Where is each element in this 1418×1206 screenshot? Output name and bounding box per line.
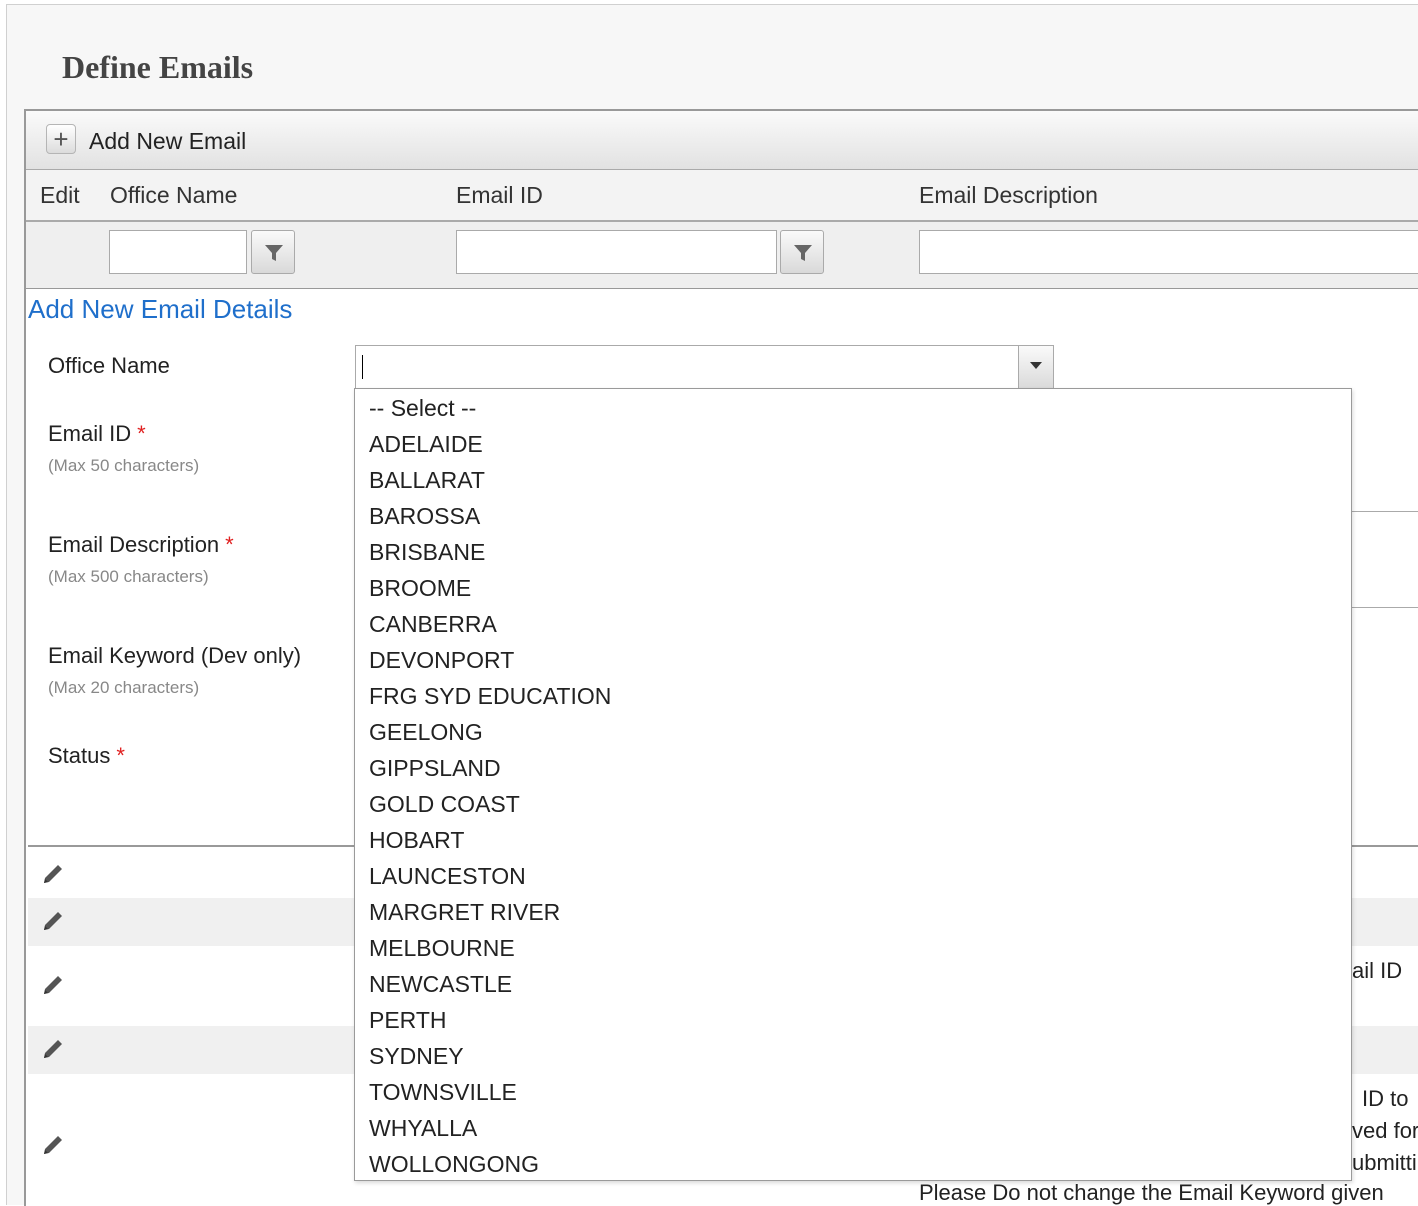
dropdown-option[interactable]: PERTH xyxy=(369,1007,447,1034)
dropdown-option[interactable]: ADELAIDE xyxy=(369,431,483,458)
column-header-email-id[interactable]: Email ID xyxy=(456,182,543,209)
grid-header: Edit Office Name Email ID Email Descript… xyxy=(26,170,1418,222)
dropdown-option[interactable]: CANBERRA xyxy=(369,611,497,638)
dropdown-option[interactable]: TOWNSVILLE xyxy=(369,1079,517,1106)
grid-toolbar: + Add New Email xyxy=(26,111,1418,170)
pencil-icon[interactable] xyxy=(40,861,66,887)
dropdown-option[interactable]: MARGRET RIVER xyxy=(369,899,560,926)
row-text-fragment: ail ID xyxy=(1352,958,1403,983)
form-field-border xyxy=(1352,511,1418,512)
pencil-icon[interactable] xyxy=(40,1132,66,1158)
dropdown-option[interactable]: LAUNCESTON xyxy=(369,863,526,890)
pencil-icon[interactable] xyxy=(40,972,66,998)
add-new-email-button[interactable]: + xyxy=(46,124,76,154)
dropdown-option[interactable]: GIPPSLAND xyxy=(369,755,501,782)
pencil-icon[interactable] xyxy=(40,908,66,934)
email-id-filter-input[interactable] xyxy=(456,230,777,274)
dropdown-option[interactable]: DEVONPORT xyxy=(369,647,514,674)
row-text-fragment: ID to xyxy=(1362,1086,1409,1111)
office-name-dropdown-list: -- Select -- ADELAIDE BALLARAT BAROSSA B… xyxy=(354,388,1352,1181)
email-id-label: Email ID * xyxy=(48,421,146,446)
status-label: Status * xyxy=(48,743,125,768)
email-keyword-label: Email Keyword (Dev only) xyxy=(48,643,302,668)
email-id-filter-button[interactable] xyxy=(780,230,824,274)
text-cursor xyxy=(362,355,363,379)
dropdown-option[interactable]: BALLARAT xyxy=(369,467,485,494)
dropdown-option-select[interactable]: -- Select -- xyxy=(369,395,476,422)
dropdown-option[interactable]: GEELONG xyxy=(369,719,483,746)
dropdown-option[interactable]: WOLLONGONG xyxy=(369,1151,539,1178)
dropdown-option[interactable]: GOLD COAST xyxy=(369,791,520,818)
office-name-filter-input[interactable] xyxy=(109,230,247,274)
email-description-label: Email Description * xyxy=(48,532,234,557)
dropdown-option[interactable]: WHYALLA xyxy=(369,1115,477,1142)
dropdown-option[interactable]: FRG SYD EDUCATION xyxy=(369,683,611,710)
chevron-down-icon xyxy=(1030,362,1042,369)
pencil-icon[interactable] xyxy=(40,1036,66,1062)
add-new-email-label[interactable]: Add New Email xyxy=(89,128,246,155)
plus-icon: + xyxy=(53,124,69,154)
dropdown-option[interactable]: SYDNEY xyxy=(369,1043,464,1070)
email-description-hint: (Max 500 characters) xyxy=(48,567,209,586)
page-title: Define Emails xyxy=(62,49,254,85)
filter-icon xyxy=(265,245,283,261)
filter-row xyxy=(26,222,1418,289)
dropdown-option[interactable]: MELBOURNE xyxy=(369,935,515,962)
office-name-label: Office Name xyxy=(48,353,170,378)
office-name-filter-button[interactable] xyxy=(251,230,295,274)
dropdown-option[interactable]: HOBART xyxy=(369,827,464,854)
filter-icon xyxy=(794,245,812,261)
add-new-email-details-title: Add New Email Details xyxy=(28,294,293,324)
row-text-fragment: ved for xyxy=(1352,1118,1418,1143)
dropdown-option[interactable]: BROOME xyxy=(369,575,471,602)
form-field-border xyxy=(1352,607,1418,608)
column-header-office-name[interactable]: Office Name xyxy=(110,182,237,209)
column-header-edit: Edit xyxy=(40,182,80,208)
email-description-filter-input[interactable] xyxy=(919,230,1418,274)
office-name-combobox[interactable] xyxy=(355,345,1054,389)
dropdown-option[interactable]: BAROSSA xyxy=(369,503,480,530)
email-id-hint: (Max 50 characters) xyxy=(48,456,200,475)
column-header-email-description[interactable]: Email Description xyxy=(919,182,1098,209)
row-text-fragment: Please Do not change the Email Keyword g… xyxy=(919,1180,1384,1205)
row-text-fragment: ubmitti xyxy=(1352,1150,1417,1175)
dropdown-option[interactable]: BRISBANE xyxy=(369,539,485,566)
dropdown-option[interactable]: NEWCASTLE xyxy=(369,971,512,998)
office-name-dropdown-toggle[interactable] xyxy=(1018,346,1053,388)
email-keyword-hint: (Max 20 characters) xyxy=(48,678,200,697)
